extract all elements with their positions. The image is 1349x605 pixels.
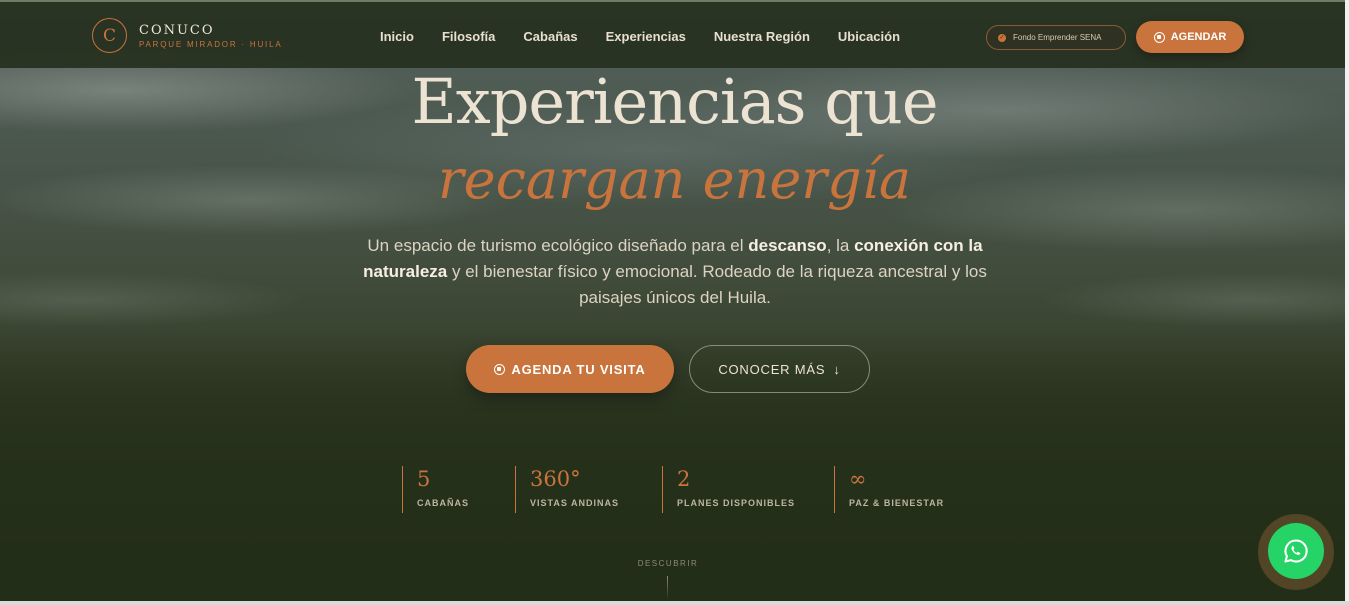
stat-number: 2 [677,467,691,491]
hero-description: Un espacio de turismo ecológico diseñado… [360,233,990,311]
conocer-mas-button[interactable]: CONOCER MÁS ↓ [689,345,870,393]
hero-title-accent: recargan energía [437,148,912,211]
site-header: C CONUCO PARQUE MIRADOR · HUILA Inicio F… [0,0,1349,68]
logo[interactable]: C CONUCO PARQUE MIRADOR · HUILA [92,18,282,53]
desc-text-2: , la [826,236,855,255]
agendar-label: AGENDAR [1170,31,1227,43]
nav-experiencias[interactable]: Experiencias [606,29,686,44]
hero-title: Experiencias que [411,65,938,138]
whatsapp-icon [494,363,506,375]
whatsapp-icon [1284,539,1308,563]
stat-vistas: 360° VISTAS ANDINAS [515,466,619,513]
stat-number: ∞ [849,467,867,491]
scroll-indicator-line [667,576,668,600]
nav-ubicacion[interactable]: Ubicación [838,29,900,44]
stat-number: 360° [530,467,581,491]
stat-label: PLANES DISPONIBLES [677,498,796,508]
agendar-button[interactable]: AGENDAR [1136,21,1244,53]
desc-text-3: y el bienestar físico y emocional. Rodea… [447,262,987,307]
stat-label: PAZ & BIENESTAR [849,498,945,508]
desc-text-1: Un espacio de turismo ecológico diseñado… [367,236,749,255]
agenda-visita-button[interactable]: AGENDA TU VISITA [466,345,674,393]
stat-label: CABAÑAS [417,498,469,508]
whatsapp-float-button[interactable] [1268,523,1324,579]
nav-nuestra-region[interactable]: Nuestra Región [714,29,810,44]
stat-label: VISTAS ANDINAS [530,498,620,508]
logo-subtitle: PARQUE MIRADOR · HUILA [139,39,283,49]
page-bottom-edge [0,601,1349,605]
conocer-mas-label: CONOCER MÁS [718,361,826,377]
logo-name: CONUCO [139,22,215,38]
stat-planes: 2 PLANES DISPONIBLES [662,466,795,513]
logo-mark: C [92,18,127,53]
agenda-visita-label: AGENDA TU VISITA [511,361,646,377]
nav-inicio[interactable]: Inicio [380,29,414,44]
sena-badge-label: Fondo Emprender SENA [1013,33,1102,42]
stat-cabanas: 5 CABAÑAS [402,466,469,513]
nav-filosofia[interactable]: Filosofía [442,29,495,44]
stat-paz: ∞ PAZ & BIENESTAR [834,466,944,513]
nav-cabanas[interactable]: Cabañas [523,29,577,44]
scrollbar[interactable] [1345,0,1349,605]
arrow-down-icon: ↓ [833,361,841,377]
desc-bold-descanso: descanso [748,236,827,255]
sena-badge[interactable]: ✓ Fondo Emprender SENA [986,25,1126,50]
stat-number: 5 [417,467,431,491]
discover-label[interactable]: DESCUBRIR [0,559,1336,568]
main-nav: Inicio Filosofía Cabañas Experiencias Nu… [380,29,928,44]
whatsapp-icon [1153,31,1165,43]
check-badge-icon: ✓ [998,33,1006,42]
